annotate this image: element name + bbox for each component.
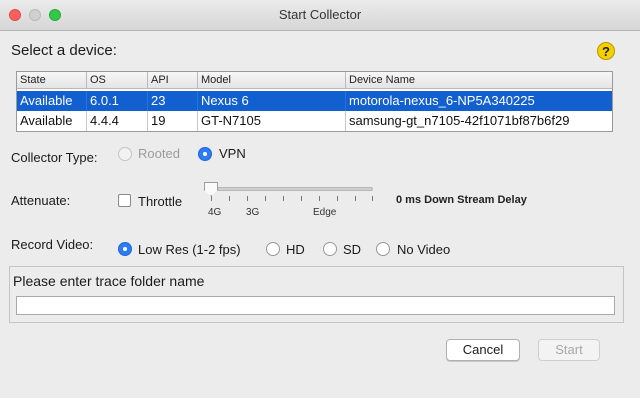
slider-tick [319,196,320,201]
slider-tick [247,196,248,201]
cancel-button[interactable]: Cancel [446,339,520,361]
column-header-device-name[interactable]: Device Name [346,73,415,87]
attenuate-label: Attenuate: [11,193,71,208]
hd-radio-label[interactable]: HD [286,242,305,257]
column-header-state[interactable]: State [17,73,46,87]
cell-api: 19 [151,113,166,128]
cell-api: 23 [151,93,166,108]
table-row[interactable]: Available 4.4.4 19 GT-N7105 samsung-gt_n… [17,111,612,131]
column-header-os[interactable]: OS [87,73,106,87]
trace-folder-label: Please enter trace folder name [13,273,205,289]
sd-radio[interactable] [323,242,337,256]
sd-radio-label[interactable]: SD [343,242,361,257]
slider-tick [372,196,373,201]
cell-state: Available [20,113,73,128]
cell-device-name: samsung-gt_n7105-42f1071bf87b6f29 [349,113,570,128]
device-table: State OS API Model Device Name Available… [16,71,613,132]
cell-model: GT-N7105 [201,113,261,128]
column-header-model[interactable]: Model [198,73,231,87]
slider-tick-label-4g: 4G [208,207,222,218]
slider-tick [229,196,230,201]
slider-tick [283,196,284,201]
cell-os: 4.4.4 [90,113,119,128]
slider-tick [337,196,338,201]
title-bar: Start Collector [0,0,640,31]
slider-tick [265,196,266,201]
collector-type-label: Collector Type: [11,150,98,165]
start-button[interactable]: Start [538,339,600,361]
no-video-radio-label[interactable]: No Video [397,242,450,257]
throttle-checkbox[interactable] [118,194,131,207]
rooted-radio-label: Rooted [138,146,180,161]
hd-radio[interactable] [266,242,280,256]
trace-folder-input[interactable] [16,296,615,315]
vpn-radio-label[interactable]: VPN [219,146,246,161]
slider-tick [301,196,302,201]
select-device-heading: Select a device: [11,42,117,59]
slider-tick-label-edge: Edge [313,207,337,218]
cell-state: Available [20,93,73,108]
help-icon[interactable]: ? [597,42,615,60]
cell-device-name: motorola-nexus_6-NP5A340225 [349,93,535,108]
attenuation-slider-handle[interactable] [204,182,218,196]
slider-tick [211,196,212,201]
rooted-radio [118,147,132,161]
vpn-radio[interactable] [198,147,212,161]
cell-os: 6.0.1 [90,93,119,108]
slider-tick-label-3g: 3G [246,207,260,218]
downstream-delay-text: 0 ms Down Stream Delay [396,194,527,206]
table-header: State OS API Model Device Name [17,72,612,89]
no-video-radio[interactable] [376,242,390,256]
attenuation-slider-track[interactable] [207,187,373,191]
record-video-label: Record Video: [11,237,94,252]
slider-tick [355,196,356,201]
throttle-label[interactable]: Throttle [138,194,182,209]
cell-model: Nexus 6 [201,93,249,108]
window-title: Start Collector [278,7,362,22]
column-header-api[interactable]: API [148,73,169,87]
low-res-radio[interactable] [118,242,132,256]
low-res-radio-label[interactable]: Low Res (1-2 fps) [138,242,241,257]
table-row[interactable]: Available 6.0.1 23 Nexus 6 motorola-nexu… [17,91,612,111]
